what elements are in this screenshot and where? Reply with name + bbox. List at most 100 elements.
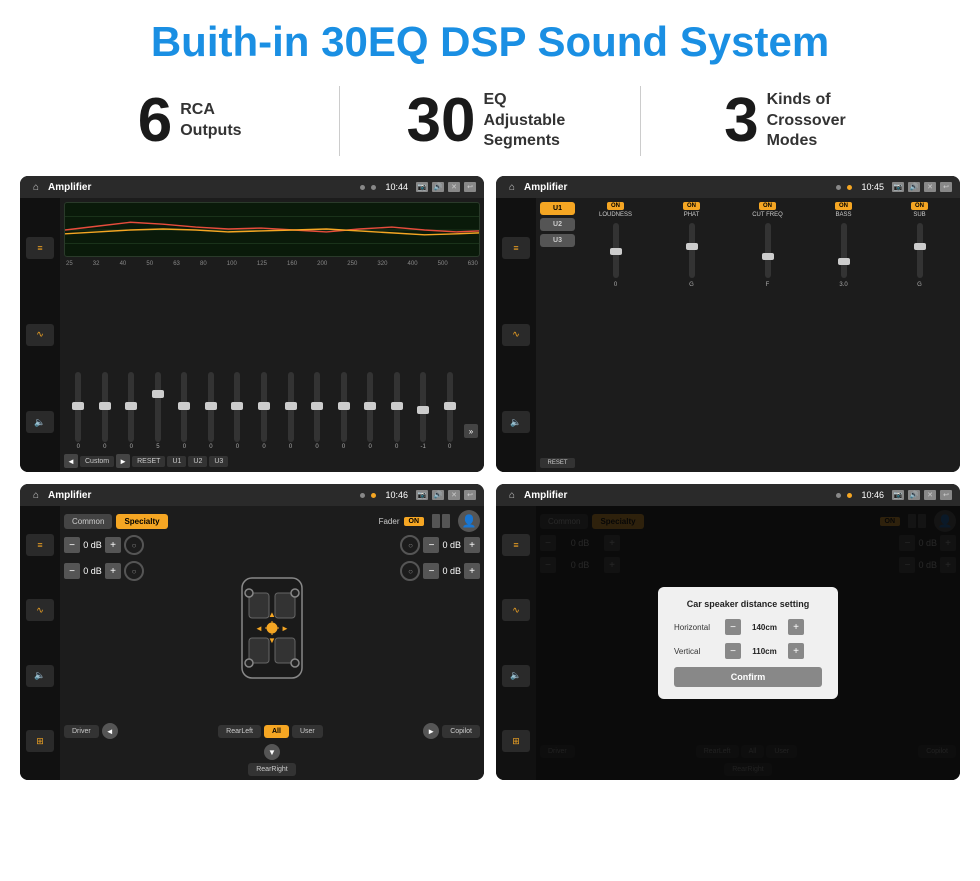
stat-divider-1 <box>339 86 340 156</box>
eq-slider-2[interactable]: 0 <box>93 372 118 450</box>
fader-minus-1[interactable]: − <box>64 537 80 553</box>
eq-sidebar-btn-2[interactable]: ∿ <box>26 324 54 346</box>
eq-freq-labels: 25 32 40 50 63 80 100 125 160 200 250 32… <box>64 261 480 267</box>
eq-next-btn[interactable]: ► <box>116 454 130 468</box>
home-icon[interactable]: ⌂ <box>28 180 44 194</box>
phat-slider[interactable] <box>655 220 728 280</box>
all-btn[interactable]: All <box>264 725 289 738</box>
fader-status-bar: ⌂ Amplifier 10:46 📷 🔊 ✕ ↩ <box>20 484 484 506</box>
dist-sidebar-btn-1[interactable]: ≡ <box>502 534 530 556</box>
fader-home-icon[interactable]: ⌂ <box>28 488 44 502</box>
amp-volume-icon: 🔊 <box>908 182 920 192</box>
eq-u2-btn[interactable]: U2 <box>188 456 207 467</box>
phat-label: PHAT <box>684 212 700 218</box>
back-icon[interactable]: ↩ <box>464 182 476 192</box>
phat-on-badge[interactable]: ON <box>683 202 700 210</box>
dist-home-icon[interactable]: ⌂ <box>504 488 520 502</box>
amp-reset-btn[interactable]: RESET <box>540 458 575 468</box>
dist-sidebar-btn-3[interactable]: 🔈 <box>502 665 530 687</box>
amp-home-icon[interactable]: ⌂ <box>504 180 520 194</box>
fader-plus-4[interactable]: + <box>464 563 480 579</box>
eq-slider-10[interactable]: 0 <box>305 372 330 450</box>
eq-slider-11[interactable]: 0 <box>331 372 356 450</box>
amp-sidebar-btn-1[interactable]: ≡ <box>502 237 530 259</box>
eq-slider-6[interactable]: 0 <box>199 372 224 450</box>
user-btn[interactable]: User <box>292 725 323 738</box>
eq-reset-btn[interactable]: RESET <box>132 456 165 467</box>
fader-specialty-tab[interactable]: Specialty <box>116 514 167 529</box>
amp-u2-btn[interactable]: U2 <box>540 218 575 231</box>
cutfreq-slider[interactable] <box>731 220 804 280</box>
copilot-btn[interactable]: Copilot <box>442 725 480 738</box>
vertical-plus-btn[interactable]: + <box>788 643 804 659</box>
fader-sidebar-btn-3[interactable]: 🔈 <box>26 665 54 687</box>
amp-u1-btn[interactable]: U1 <box>540 202 575 215</box>
eq-slider-14[interactable]: -1 <box>411 372 436 450</box>
amp-sidebar-btn-3[interactable]: 🔈 <box>502 411 530 433</box>
bass-on-badge[interactable]: ON <box>835 202 852 210</box>
rear-left-btn[interactable]: RearLeft <box>218 725 261 738</box>
fader-minus-3[interactable]: − <box>423 537 439 553</box>
cutfreq-on-badge[interactable]: ON <box>759 202 776 210</box>
fader-close-icon[interactable]: ✕ <box>448 490 460 500</box>
horizontal-plus-btn[interactable]: + <box>788 619 804 635</box>
fader-main-panel: Common Specialty Fader ON 👤 <box>60 506 484 780</box>
fader-plus-2[interactable]: + <box>105 563 121 579</box>
amp-u3-btn[interactable]: U3 <box>540 234 575 247</box>
sub-slider[interactable] <box>883 220 956 280</box>
driver-btn[interactable]: Driver <box>64 725 99 738</box>
fader-minus-2[interactable]: − <box>64 563 80 579</box>
arrow-down-btn[interactable]: ▼ <box>264 744 280 760</box>
fader-minus-4[interactable]: − <box>423 563 439 579</box>
eq-slider-15[interactable]: 0 <box>437 372 462 450</box>
eq-time: 10:44 <box>385 182 408 192</box>
sub-on-badge[interactable]: ON <box>911 202 928 210</box>
eq-slider-5[interactable]: 0 <box>172 372 197 450</box>
eq-slider-3[interactable]: 0 <box>119 372 144 450</box>
loudness-slider[interactable] <box>579 220 652 280</box>
eq-slider-8[interactable]: 0 <box>252 372 277 450</box>
dist-sidebar-btn-4[interactable]: ⊞ <box>502 730 530 752</box>
eq-slider-13[interactable]: 0 <box>384 372 409 450</box>
fader-sidebar-btn-2[interactable]: ∿ <box>26 599 54 621</box>
dist-back-icon[interactable]: ↩ <box>940 490 952 500</box>
amp-back-icon[interactable]: ↩ <box>940 182 952 192</box>
arrow-right-btn[interactable]: ► <box>423 723 439 739</box>
loudness-on-badge[interactable]: ON <box>607 202 624 210</box>
eq-sidebar-btn-1[interactable]: ≡ <box>26 237 54 259</box>
arrow-left-btn[interactable]: ◄ <box>102 723 118 739</box>
stat-rca: 6 RCAOutputs <box>60 90 319 152</box>
eq-prev-btn[interactable]: ◄ <box>64 454 78 468</box>
fader-on-badge[interactable]: ON <box>404 517 425 526</box>
eq-slider-9[interactable]: 0 <box>278 372 303 450</box>
eq-sidebar-btn-3[interactable]: 🔈 <box>26 411 54 433</box>
dist-close-icon[interactable]: ✕ <box>924 490 936 500</box>
amp-close-icon[interactable]: ✕ <box>924 182 936 192</box>
fader-plus-1[interactable]: + <box>105 537 121 553</box>
eq-u3-btn[interactable]: U3 <box>209 456 228 467</box>
amp-sidebar-btn-2[interactable]: ∿ <box>502 324 530 346</box>
fader-sidebar-btn-1[interactable]: ≡ <box>26 534 54 556</box>
fader-back-icon[interactable]: ↩ <box>464 490 476 500</box>
eq-slider-12[interactable]: 0 <box>358 372 383 450</box>
eq-slider-4[interactable]: 5 <box>146 372 171 450</box>
fader-sidebar-btn-4[interactable]: ⊞ <box>26 730 54 752</box>
horizontal-minus-btn[interactable]: − <box>725 619 741 635</box>
speaker-icon: 🔈 <box>34 417 45 428</box>
eq-scroll-right[interactable]: » <box>464 424 478 438</box>
close-icon[interactable]: ✕ <box>448 182 460 192</box>
fader-plus-3[interactable]: + <box>464 537 480 553</box>
confirm-button[interactable]: Confirm <box>674 667 822 687</box>
vertical-minus-btn[interactable]: − <box>725 643 741 659</box>
fader-common-tab[interactable]: Common <box>64 514 112 529</box>
eq-slider-7[interactable]: 0 <box>225 372 250 450</box>
rear-right-btn[interactable]: RearRight <box>248 763 296 776</box>
stat-divider-2 <box>640 86 641 156</box>
amp-controls: ON LOUDNESS 0 ON PHAT <box>579 202 956 468</box>
stat-rca-number: 6 <box>138 90 172 152</box>
bass-slider[interactable] <box>807 220 880 280</box>
fader-label: Fader <box>379 517 400 526</box>
eq-u1-btn[interactable]: U1 <box>167 456 186 467</box>
dist-sidebar-btn-2[interactable]: ∿ <box>502 599 530 621</box>
eq-slider-1[interactable]: 0 <box>66 372 91 450</box>
